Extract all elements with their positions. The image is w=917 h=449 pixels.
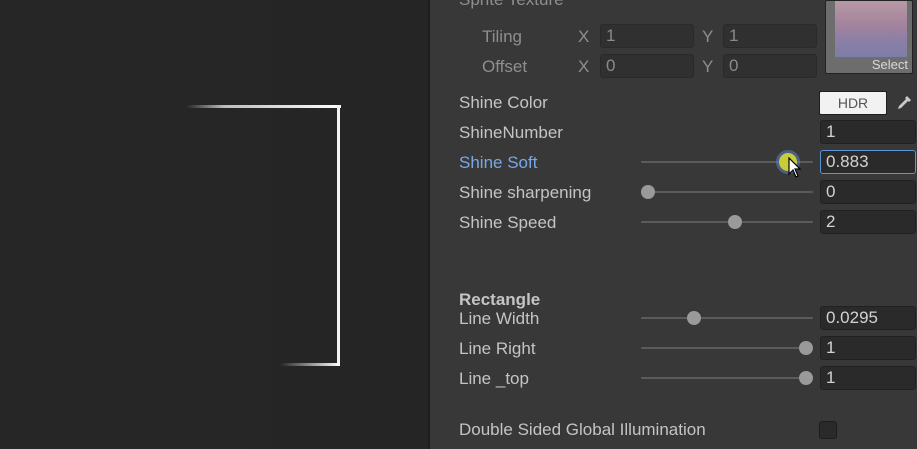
shine-soft-field[interactable]: 0.883 (820, 150, 916, 174)
line-width-label: Line Width (459, 309, 540, 328)
line-width-field[interactable]: 0.0295 (820, 306, 916, 330)
rectangle-section-header: Rectangle (459, 290, 541, 309)
tiling-y-label: Y (702, 27, 714, 46)
shine-speed-slider-track[interactable] (641, 221, 813, 223)
tiling-x-field[interactable]: 1 (600, 24, 694, 48)
offset-label: Offset (482, 57, 528, 76)
offset-y-label: Y (702, 57, 714, 76)
line-right-field[interactable]: 1 (820, 336, 916, 360)
mouse-cursor-icon (788, 157, 802, 178)
tiling-y-field[interactable]: 1 (723, 24, 817, 48)
line-right-slider-thumb[interactable] (799, 341, 813, 355)
line-width-slider-track[interactable] (641, 317, 813, 319)
double-sided-gi-checkbox[interactable] (819, 421, 837, 439)
line-width-slider-thumb[interactable] (687, 311, 701, 325)
shine-sharpening-slider-thumb[interactable] (641, 185, 655, 199)
line-right-slider-track[interactable] (641, 347, 813, 349)
outline-right-line (337, 105, 340, 366)
shine-color-field[interactable]: HDR (819, 91, 887, 115)
shine-color-label: Shine Color (459, 93, 548, 112)
tiling-label: Tiling (482, 27, 522, 46)
offset-x-field[interactable]: 0 (600, 54, 694, 78)
shine-sharpening-field[interactable]: 0 (820, 180, 916, 204)
double-sided-gi-label: Double Sided Global Illumination (459, 420, 706, 439)
shine-sharpening-slider-track[interactable] (641, 191, 813, 193)
shine-number-label: ShineNumber (459, 123, 563, 142)
offset-x-label: X (578, 57, 590, 76)
line-right-label: Line Right (459, 339, 536, 358)
line-top-slider-thumb[interactable] (799, 371, 813, 385)
line-top-field[interactable]: 1 (820, 366, 916, 390)
texture-select-button[interactable]: Select (872, 57, 908, 72)
texture-slot[interactable]: Select (825, 0, 913, 74)
tiling-x-label: X (578, 27, 590, 46)
shine-speed-slider-thumb[interactable] (728, 215, 742, 229)
shine-number-field[interactable]: 1 (820, 120, 916, 144)
shine-sharpening-label: Shine sharpening (459, 183, 592, 202)
shine-speed-label: Shine Speed (459, 213, 557, 232)
scene-view[interactable] (0, 0, 430, 449)
material-inspector: Sprite Texture Select Tiling X 1 Y 1 Off… (430, 0, 917, 449)
line-top-label: Line _top (459, 369, 529, 388)
outline-top-line (186, 105, 341, 108)
eyedropper-icon[interactable] (892, 91, 916, 115)
sprite-texture-label: Sprite Texture (459, 0, 564, 10)
texture-thumbnail (835, 1, 907, 57)
line-top-slider-track[interactable] (641, 377, 813, 379)
rectangle-outline-preview (186, 105, 341, 366)
shine-soft-label: Shine Soft (459, 153, 538, 172)
shine-speed-field[interactable]: 2 (820, 210, 916, 234)
offset-y-field[interactable]: 0 (723, 54, 817, 78)
outline-bottom-line (280, 363, 340, 366)
